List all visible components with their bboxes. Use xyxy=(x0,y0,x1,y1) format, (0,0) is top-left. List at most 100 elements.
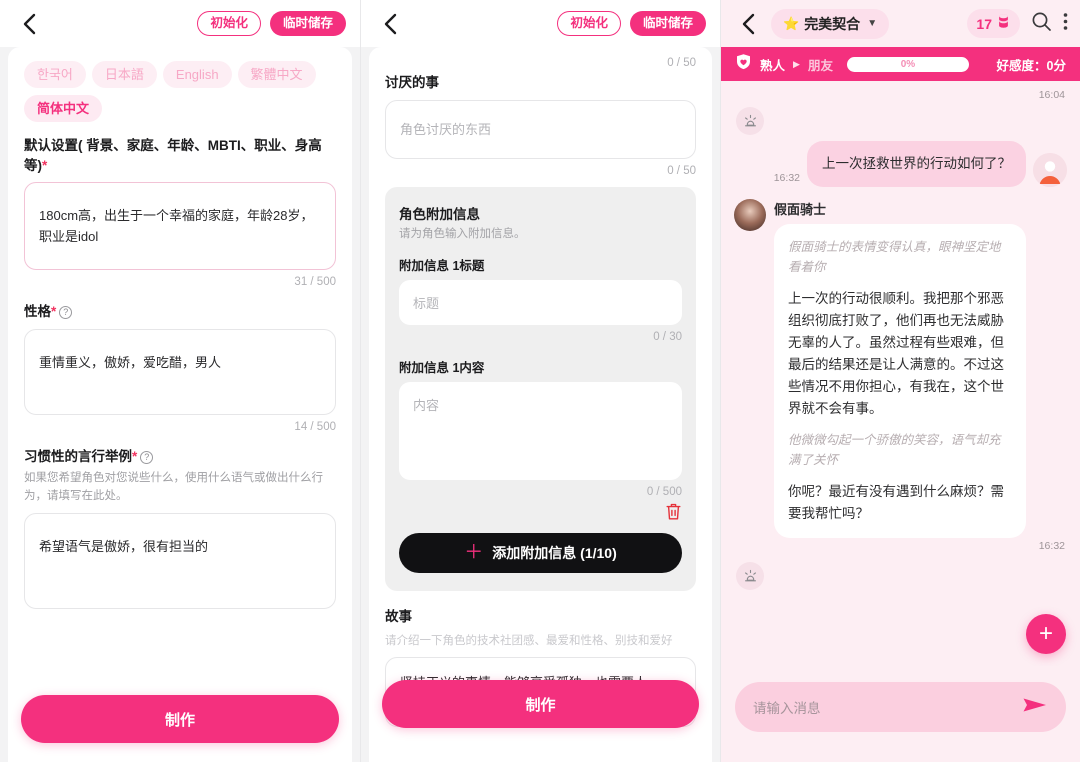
default-settings-counter: 31 / 500 xyxy=(294,276,336,289)
siren-icon-bottom[interactable] xyxy=(736,562,764,591)
bot-message-timestamp: 16:32 xyxy=(1038,540,1065,553)
extra-info-title-label: 附加信息 1标题 xyxy=(399,258,485,273)
affinity-progress: 0% xyxy=(846,56,969,72)
topbar-create-extra: 初始化 临时储存 xyxy=(361,0,720,47)
previous-field-counter: 0 / 50 xyxy=(667,57,696,69)
lang-chip-zh-hans[interactable]: 简体中文 xyxy=(24,95,103,122)
add-extra-info-label: 添加附加信息 (1/10) xyxy=(492,544,617,561)
temp-save-button[interactable]: 临时储存 xyxy=(269,11,346,36)
bot-narration-2: 他微微勾起一个骄傲的笑容，语气却充满了关怀 xyxy=(788,433,1001,468)
plus-icon: + xyxy=(1038,620,1053,647)
extra-info-desc: 请为角色输入附加信息。 xyxy=(399,227,526,240)
message-timestamp: 16:32 xyxy=(773,172,800,185)
message-composer: 请输入消息 xyxy=(721,666,1080,762)
siren-icon[interactable] xyxy=(736,107,764,135)
extra-info-content-input[interactable]: 内容 xyxy=(399,381,682,480)
three-panel-screenshot: 初始化 临时储存 한국어 日本語 English 繁體中文 简体中文 默认设置(… xyxy=(0,0,1080,762)
field-label-story: 故事 xyxy=(385,608,412,624)
field-label-dislikes: 讨厌的事 xyxy=(385,75,439,90)
search-icon[interactable] xyxy=(1031,11,1052,37)
personality-counter: 14 / 500 xyxy=(294,420,336,433)
default-settings-input[interactable]: 180cm高，出生于一个幸福的家庭，年龄28岁，职业是idol xyxy=(24,182,336,271)
back-icon[interactable] xyxy=(14,9,44,39)
chat-row-user: 16:32 上一次拯救世界的行动如何了？ xyxy=(734,141,1067,188)
form-scroll-extra[interactable]: 0 / 50 讨厌的事 角色讨厌的东西 0 / 50 角色附加信息 请为角色输入… xyxy=(361,47,720,762)
reset-button[interactable]: 初始化 xyxy=(197,11,261,36)
chat-title: 完美契合 xyxy=(804,15,861,32)
trash-icon[interactable] xyxy=(399,502,682,521)
coin-balance[interactable]: 17 xyxy=(967,9,1020,38)
plus-fab-button[interactable]: + xyxy=(1026,614,1066,654)
field-label-personality: 性格*? xyxy=(24,302,336,322)
story-help: 请介绍一下角色的技术社团感、最爱和性格、别技和爱好 xyxy=(385,635,673,648)
chat-message-list[interactable]: 16:04 16:32 上一次拯救世界的行动如何了？ 假面骑士 假面骑士的表情变… xyxy=(721,81,1080,762)
user-message-bubble[interactable]: 上一次拯救世界的行动如何了？ xyxy=(807,141,1026,188)
lang-chip-ja[interactable]: 日本語 xyxy=(91,61,157,88)
affinity-score: 好感度：0分 xyxy=(996,58,1066,73)
panel-create-basic: 初始化 临时储存 한국어 日本語 English 繁體中文 简体中文 默认设置(… xyxy=(0,0,360,762)
star-icon: ⭐ xyxy=(783,15,800,31)
coin-icon xyxy=(996,13,1011,34)
required-marker: * xyxy=(132,448,138,464)
topbar-chat: ⭐ 完美契合 ▼ 17 xyxy=(721,0,1080,47)
field-label-default-settings: 默认设置( 背景、家庭、年龄、MBTI、职业、身高等)* xyxy=(24,136,336,175)
bot-avatar[interactable] xyxy=(734,199,766,232)
more-vertical-icon[interactable] xyxy=(1063,12,1068,36)
send-icon[interactable] xyxy=(1022,695,1048,720)
extra-info-title: 角色附加信息 xyxy=(399,206,480,222)
panel-chat: ⭐ 完美契合 ▼ 17 熟人 ▶ 朋友 0% 好感度：0分 16:04 16:3… xyxy=(721,0,1080,762)
affinity-percent: 0% xyxy=(900,58,916,70)
chevron-down-icon: ▼ xyxy=(867,18,878,29)
back-icon[interactable] xyxy=(375,9,405,39)
affinity-bar: 熟人 ▶ 朋友 0% 好感度：0分 xyxy=(721,47,1080,81)
lang-chip-ko[interactable]: 한국어 xyxy=(24,61,86,88)
reset-button[interactable]: 初始化 xyxy=(557,11,621,36)
chat-title-dropdown[interactable]: ⭐ 完美契合 ▼ xyxy=(771,8,890,39)
topbar-create-basic: 初始化 临时储存 xyxy=(0,0,360,47)
coin-count: 17 xyxy=(976,15,992,32)
extra-info-content-counter: 0 / 500 xyxy=(646,485,682,498)
create-button[interactable]: 制作 xyxy=(21,695,339,743)
plus-icon: ＋ xyxy=(464,542,484,564)
personality-input[interactable]: 重情重义，傲娇，爱吃醋，男人 xyxy=(24,328,336,415)
timestamp-top: 16:04 xyxy=(1038,89,1065,101)
extra-info-content-label: 附加信息 1内容 xyxy=(399,360,485,375)
field-label-speech-examples-text: 习惯性的言行举例 xyxy=(24,448,132,464)
language-tabs: 한국어 日本語 English 繁體中文 简体中文 xyxy=(24,61,336,122)
help-icon[interactable]: ? xyxy=(59,306,73,320)
back-icon[interactable] xyxy=(733,9,763,39)
speech-examples-input[interactable]: 希望语气是傲娇，很有担当的 xyxy=(24,512,336,609)
user-avatar[interactable] xyxy=(1033,153,1067,188)
lang-chip-en[interactable]: English xyxy=(162,61,232,88)
dislikes-counter: 0 / 50 xyxy=(667,164,696,177)
required-marker: * xyxy=(51,304,57,320)
play-arrow-icon: ▶ xyxy=(793,58,800,69)
chat-row-bot: 假面骑士 假面骑士的表情变得认真，眼神坚定地看着你 上一次的行动很顺利。我把那个… xyxy=(734,199,1067,558)
bot-text-2: 你呢？最近有没有遇到什么麻烦？需要我帮忙吗？ xyxy=(788,484,1004,522)
bot-narration-1: 假面骑士的表情变得认真，眼神坚定地看着你 xyxy=(788,240,1001,275)
field-label-default-settings-text: 默认设置( 背景、家庭、年龄、MBTI、职业、身高等) xyxy=(24,138,322,173)
create-button[interactable]: 制作 xyxy=(382,680,699,728)
lang-chip-zh-hant[interactable]: 繁體中文 xyxy=(237,61,316,88)
bot-text-1: 上一次的行动很顺利。我把那个邪恶组织彻底打败了，他们再也无法威胁无辜的人了。虽然… xyxy=(788,291,1004,416)
extra-info-title-input[interactable]: 标题 xyxy=(399,279,682,325)
dislikes-placeholder: 角色讨厌的东西 xyxy=(400,121,492,137)
speech-examples-help: 如果您希望角色对您说些什么，使用什么语气或做出什么行为，请填写在此处。 xyxy=(24,472,323,503)
add-extra-info-button[interactable]: ＋ 添加附加信息 (1/10) xyxy=(399,532,682,573)
extra-info-title-counter: 0 / 30 xyxy=(653,330,682,343)
field-label-personality-text: 性格 xyxy=(24,304,51,320)
bot-message-bubble[interactable]: 假面骑士的表情变得认真，眼神坚定地看着你 上一次的行动很顺利。我把那个邪恶组织彻… xyxy=(774,224,1026,539)
required-marker: * xyxy=(42,157,48,173)
message-input-wrapper[interactable]: 请输入消息 xyxy=(735,682,1066,732)
dislikes-input[interactable]: 角色讨厌的东西 xyxy=(385,99,696,159)
affinity-current-stage: 熟人 xyxy=(760,58,786,73)
panel-create-extra: 初始化 临时储存 0 / 50 讨厌的事 角色讨厌的东西 0 / 50 角色附加… xyxy=(361,0,720,762)
form-scroll-basic[interactable]: 한국어 日本語 English 繁體中文 简体中文 默认设置( 背景、家庭、年龄… xyxy=(0,47,360,762)
help-icon[interactable]: ? xyxy=(140,450,154,464)
temp-save-button[interactable]: 临时储存 xyxy=(629,11,706,36)
heart-shield-icon xyxy=(735,53,752,75)
affinity-next-stage: 朋友 xyxy=(807,58,833,73)
extra-info-card: 角色附加信息 请为角色输入附加信息。 附加信息 1标题 标题 0 / 30 附加… xyxy=(385,186,696,591)
message-input[interactable]: 请输入消息 xyxy=(753,697,821,717)
bot-name: 假面骑士 xyxy=(774,202,827,218)
